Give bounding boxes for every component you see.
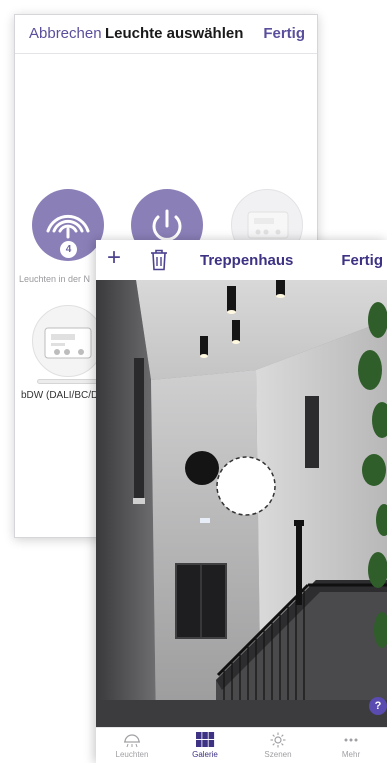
luminaire-count-badge: 4 <box>60 241 77 258</box>
luminaire-group-button[interactable]: 4 <box>32 189 104 261</box>
gallery-header: + Treppenhaus Fertig <box>96 240 387 280</box>
done-button[interactable]: Fertig <box>341 252 383 269</box>
device-thumbnail[interactable] <box>32 305 104 377</box>
device-label: bDW (DALI/BC/D <box>21 390 99 401</box>
tab-label-galerie: Galerie <box>192 750 218 759</box>
tab-label-leuchten: Leuchten <box>115 750 149 759</box>
select-luminaire-header: Abbrechen Leuchte auswählen Fertig <box>15 15 317 53</box>
tab-galerie[interactable]: Galerie <box>169 730 241 763</box>
bottom-tab-bar: Leuchten Galerie Szenen Mehr <box>96 727 387 763</box>
trash-icon[interactable] <box>150 249 168 271</box>
done-button[interactable]: Fertig <box>263 25 305 42</box>
gallery-title: Treppenhaus <box>200 252 294 269</box>
help-button[interactable]: ? <box>369 697 387 715</box>
tab-leuchten[interactable]: Leuchten <box>96 730 168 763</box>
lamp-icon <box>124 734 140 748</box>
cancel-button[interactable]: Abbrechen <box>29 25 102 42</box>
add-icon[interactable]: + <box>107 246 121 270</box>
staircase-photo[interactable] <box>96 280 387 727</box>
dali-device-icon <box>44 327 92 359</box>
tab-mehr[interactable]: Mehr <box>315 730 387 763</box>
staircase-photo-image <box>96 280 387 727</box>
grid-icon <box>196 732 215 747</box>
header-divider <box>15 53 317 54</box>
tab-label-szenen: Szenen <box>264 750 292 759</box>
group-label: Leuchten in der N <box>19 274 91 284</box>
more-icon <box>344 738 358 742</box>
sun-icon <box>270 732 286 748</box>
page-title: Leuchte auswählen <box>105 25 244 42</box>
device-level-bar <box>37 379 99 384</box>
gallery-screen: + Treppenhaus Fertig Leuchten Galerie Sz… <box>96 240 387 763</box>
tab-szenen[interactable]: Szenen <box>242 730 314 763</box>
tab-label-mehr: Mehr <box>341 750 361 759</box>
